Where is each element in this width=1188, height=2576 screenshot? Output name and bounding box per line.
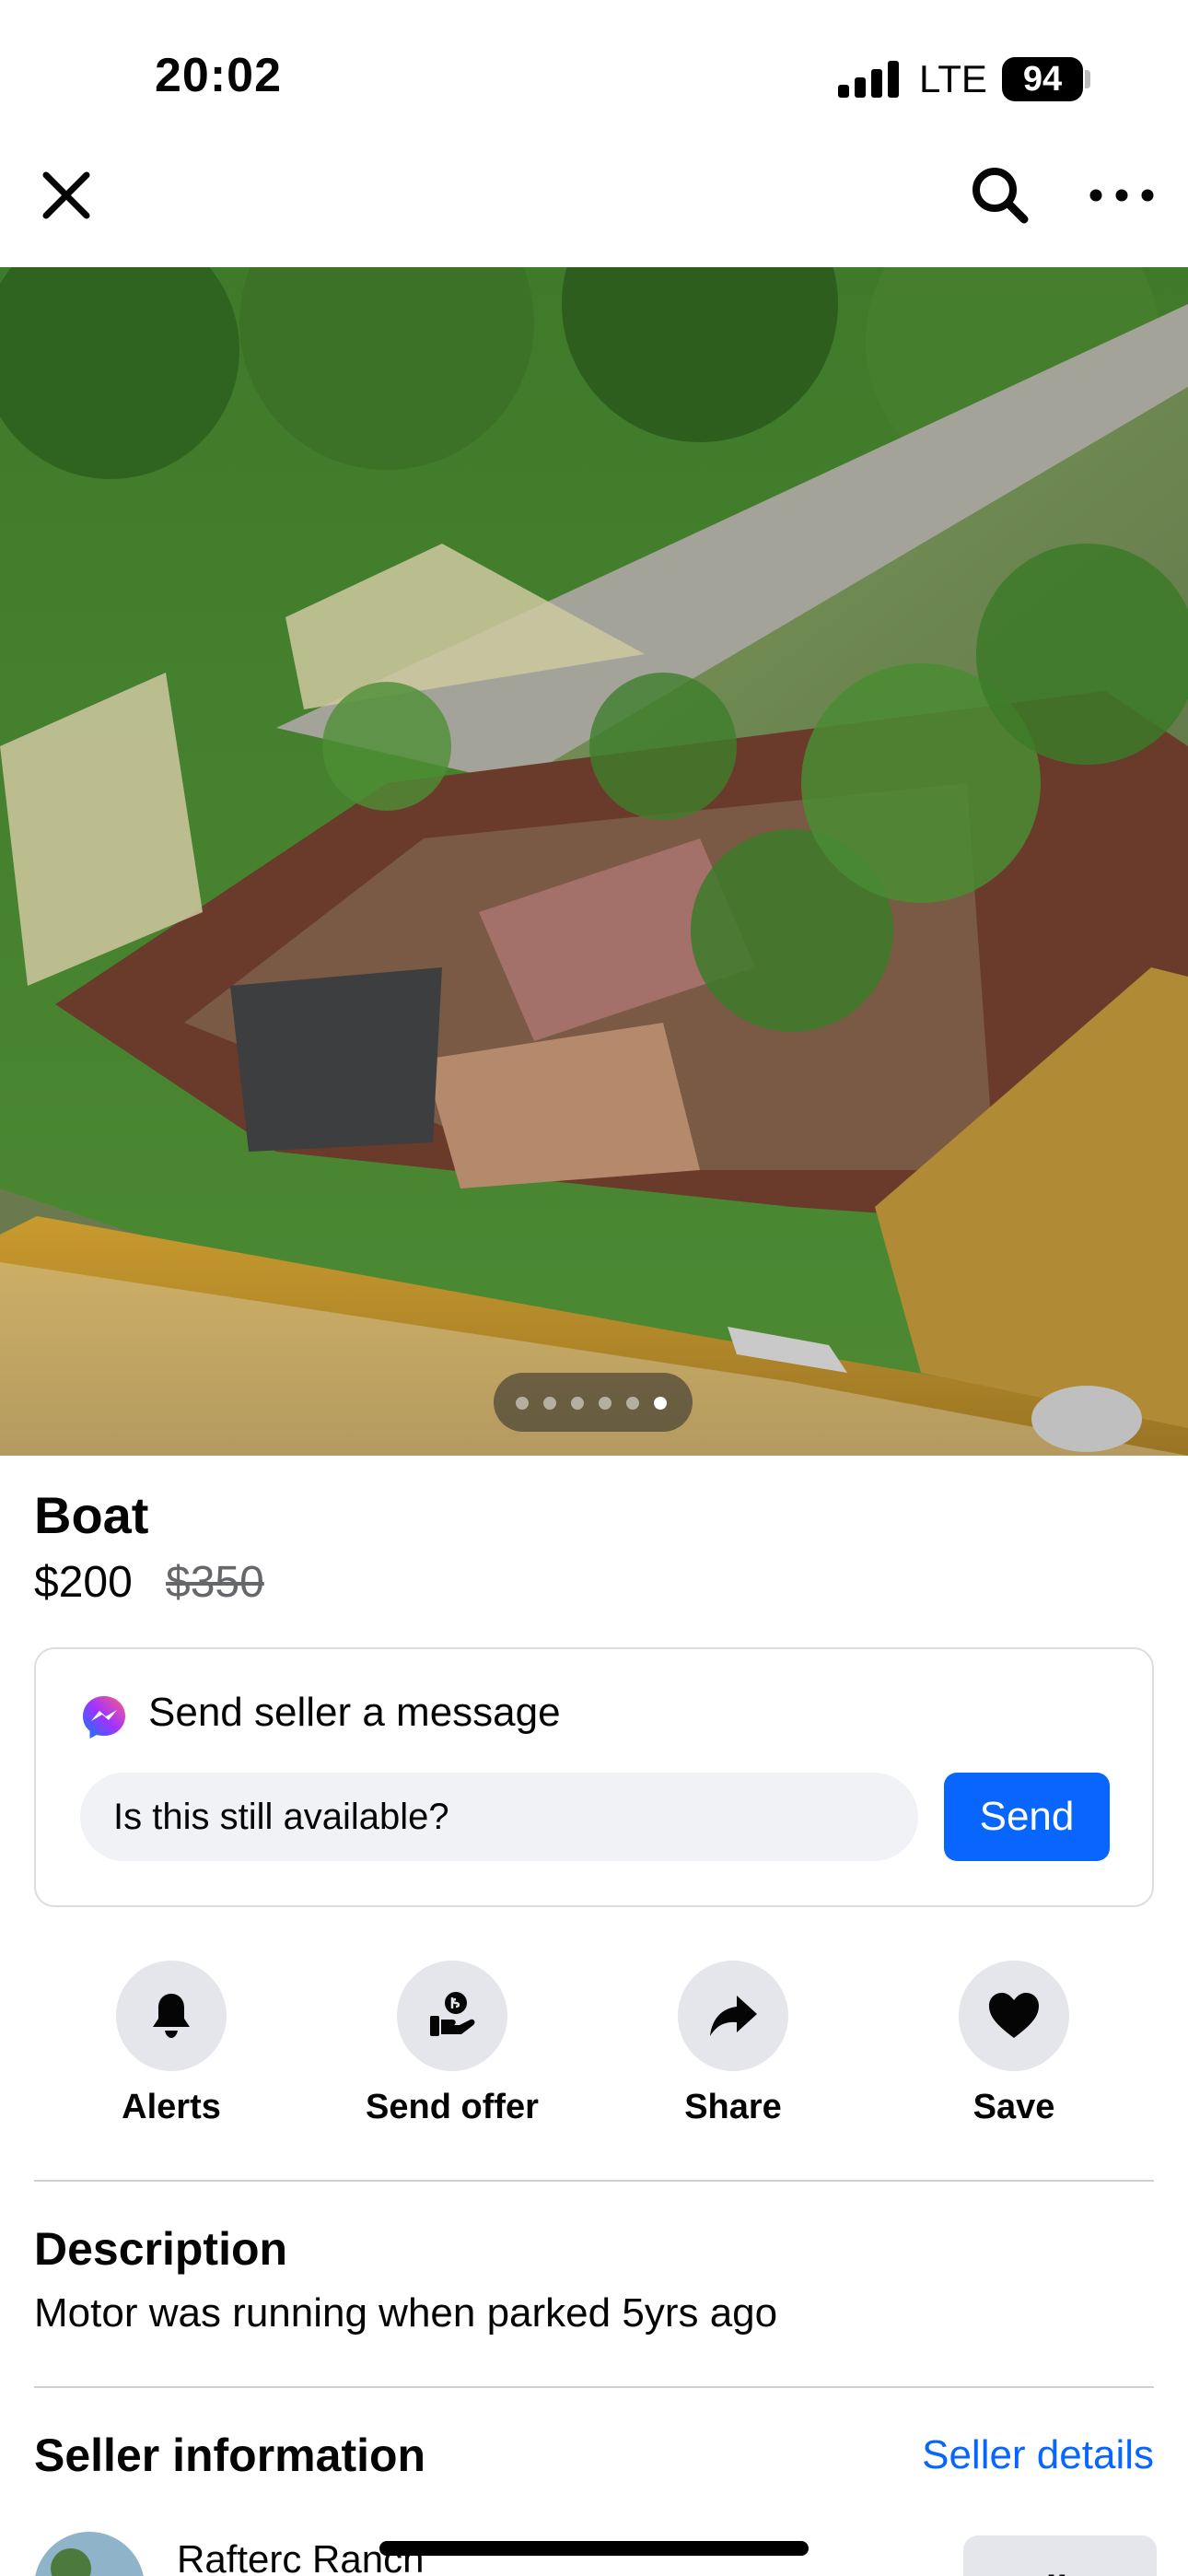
divider [34,2180,1154,2182]
close-icon [42,171,90,219]
signal-icon [838,61,901,98]
carousel-dot [543,1397,556,1410]
more-options-button[interactable] [1087,166,1157,225]
share-button[interactable]: Share [623,1961,844,2145]
search-button[interactable] [967,162,1033,228]
battery-level: 94 [1022,60,1063,99]
home-indicator[interactable] [379,2541,809,2556]
save-label: Save [973,2088,1055,2126]
description-text: Motor was running when parked 5yrs ago [34,2290,778,2336]
alerts-label: Alerts [122,2088,221,2126]
listing-original-price: $350 [166,1558,264,1607]
send-offer-button[interactable]: Send offer [342,1961,563,2145]
carousel-dot-active [654,1397,667,1410]
share-label: Share [684,2088,782,2126]
share-circle [678,1961,788,2071]
battery-icon: 94 [1002,57,1083,101]
message-input[interactable] [80,1773,918,1861]
save-button[interactable]: Save [903,1961,1124,2145]
more-icon [1089,189,1154,202]
send-button[interactable]: Send [944,1773,1110,1861]
seller-avatar[interactable] [34,2532,145,2576]
close-button[interactable] [37,166,96,225]
status-bar: 20:02 LTE 94 [0,0,1188,157]
share-icon [710,1996,757,2036]
network-type: LTE [919,57,987,100]
alerts-circle [116,1961,227,2071]
send-offer-circle [397,1961,507,2071]
description-heading: Description [34,2223,288,2275]
message-card-title: Send seller a message [148,1690,561,1735]
boat-photo-image [0,267,1188,1456]
follow-button[interactable]: Follow [963,2535,1157,2576]
search-icon [973,168,1029,224]
seller-info-heading: Seller information [34,2430,426,2481]
carousel-indicator[interactable] [494,1373,693,1432]
listing-title: Boat [34,1486,149,1544]
messenger-icon [83,1696,125,1739]
heart-icon [989,1993,1039,2038]
bell-icon [153,1994,190,2038]
seller-avatar-image [34,2532,145,2576]
alerts-button[interactable]: Alerts [61,1961,282,2145]
status-time: 20:02 [155,49,282,102]
carousel-dot [516,1397,529,1410]
carousel-dot [599,1397,611,1410]
offer-icon [430,1992,475,2036]
divider [34,2386,1154,2388]
carousel-dot [571,1397,584,1410]
send-message-card: Send seller a message Send [34,1647,1154,1907]
listing-photo[interactable] [0,267,1188,1456]
listing-price: $200 [34,1558,133,1607]
seller-details-link[interactable]: Seller details [922,2432,1154,2478]
send-offer-label: Send offer [366,2088,539,2126]
carousel-dot [626,1397,639,1410]
save-circle [959,1961,1069,2071]
battery-nub [1085,70,1090,88]
